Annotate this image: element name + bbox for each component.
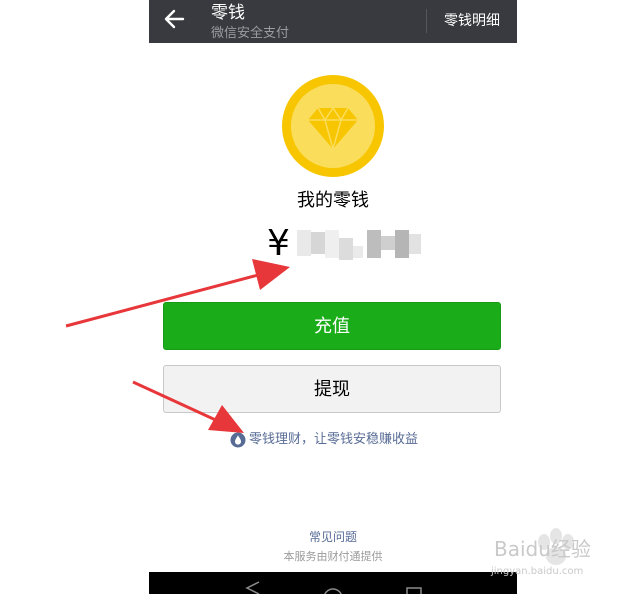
balance-mosaic xyxy=(297,230,421,260)
back-arrow-icon[interactable] xyxy=(163,8,185,30)
android-nav-bar xyxy=(149,572,517,594)
provider-note: 本服务由财付通提供 xyxy=(283,550,383,563)
watermark-site: jingyan.baidu.com xyxy=(491,566,584,577)
wallet-title: 我的零钱 xyxy=(297,190,369,211)
currency-symbol: ¥ xyxy=(267,223,290,264)
withdraw-button[interactable]: 提现 xyxy=(163,365,501,413)
faq-link[interactable]: 常见问题 xyxy=(149,528,517,545)
page-subtitle: 微信安全支付 xyxy=(211,26,290,41)
baidu-jingyan-watermark: Baidu经验 xyxy=(494,528,591,565)
wallet-screen: 零钱 微信安全支付 零钱明细 我的零钱 ¥ 充值 提现 零钱理财，让零钱安稳赚收… xyxy=(149,0,517,594)
diamond-coin-icon xyxy=(282,75,384,177)
top-bar: 零钱 微信安全支付 零钱明细 xyxy=(149,0,517,43)
watermark-brand: Baidu经验 xyxy=(494,537,591,561)
wealth-management-text: 零钱理财，让零钱安稳赚收益 xyxy=(249,432,419,447)
nav-buttons-icon xyxy=(245,581,422,594)
water-drop-icon xyxy=(230,432,246,448)
balance-details-link[interactable]: 零钱明细 xyxy=(427,9,517,33)
recharge-button[interactable]: 充值 xyxy=(163,302,501,350)
page-title: 零钱 xyxy=(211,3,245,23)
